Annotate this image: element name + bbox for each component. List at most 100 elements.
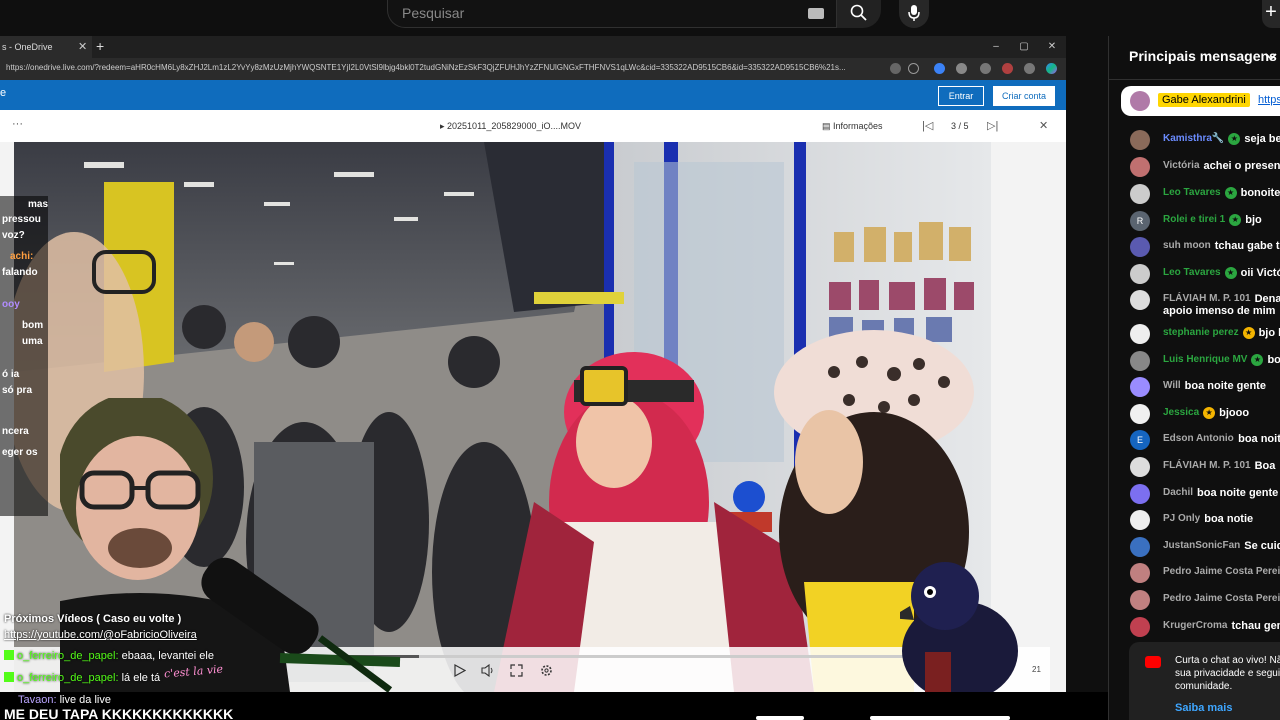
- copilot-icon[interactable]: [1046, 63, 1057, 74]
- chevron-down-icon[interactable]: [1265, 53, 1277, 61]
- previous-icon[interactable]: |◁: [922, 119, 933, 132]
- chat-message[interactable]: Will boa noite gente: [1109, 375, 1280, 401]
- chat-message[interactable]: Jessica ★ bjooo: [1109, 402, 1280, 428]
- read-aloud-icon[interactable]: [934, 63, 945, 74]
- member-badge-icon: ★: [1242, 327, 1255, 339]
- chat-author[interactable]: Pedro Jaime Costa Perei: [1163, 593, 1280, 604]
- chat-message[interactable]: FLÁVIAH M. P. 101 Boa: [1109, 455, 1280, 481]
- avatar[interactable]: [1130, 264, 1150, 284]
- chat-message[interactable]: KrugerCroma tchau gen: [1109, 615, 1280, 641]
- viewer-close-icon[interactable]: ✕: [1039, 119, 1048, 132]
- chat-message[interactable]: Pedro Jaime Costa Perei: [1109, 588, 1280, 614]
- overlay-chat-line: falando: [2, 267, 38, 278]
- avatar[interactable]: [1130, 484, 1150, 504]
- minimize-button[interactable]: –: [988, 36, 1004, 58]
- avatar[interactable]: [1130, 404, 1150, 424]
- avatar[interactable]: [1130, 130, 1150, 150]
- chat-message[interactable]: Victória achei o present: [1109, 155, 1280, 181]
- sign-in-button[interactable]: Entrar: [938, 86, 984, 106]
- chat-author[interactable]: Leo Tavares: [1163, 267, 1221, 278]
- chat-message[interactable]: Dachil boa noite gente: [1109, 482, 1280, 508]
- fullscreen-icon[interactable]: [510, 664, 523, 677]
- avatar[interactable]: [1130, 510, 1150, 530]
- avatar[interactable]: [1130, 157, 1150, 177]
- chat-message[interactable]: suh moon tchau gabe to: [1109, 235, 1280, 261]
- settings-icon[interactable]: [540, 664, 553, 677]
- url-text[interactable]: https://onedrive.live.com/?redeem=aHR0cH…: [6, 63, 886, 72]
- more-options-icon[interactable]: ···: [12, 118, 23, 130]
- chat-message[interactable]: JustanSonicFan Se cuid: [1109, 535, 1280, 561]
- member-badge-icon: ★: [1228, 133, 1241, 145]
- kick-username: o_ferreiro_de_papel:: [17, 672, 119, 684]
- pinned-link[interactable]: https: [1258, 94, 1280, 106]
- chat-message[interactable]: R Rolei e tirei 1 ★ bjo: [1109, 209, 1280, 235]
- new-tab-button[interactable]: +: [96, 36, 104, 57]
- chat-author[interactable]: Rolei e tirei 1: [1163, 214, 1225, 225]
- favorite-icon[interactable]: [908, 63, 919, 74]
- chat-author[interactable]: Leo Tavares: [1163, 187, 1221, 198]
- chat-author[interactable]: Dachil: [1163, 487, 1193, 498]
- pinned-message[interactable]: Gabe Alexandrini https: [1121, 86, 1280, 116]
- close-window-button[interactable]: ✕: [1044, 36, 1060, 58]
- learn-more-link[interactable]: Saiba mais: [1175, 702, 1232, 714]
- chat-author[interactable]: FLÁVIAH M. P. 101: [1163, 460, 1251, 471]
- chat-message[interactable]: FLÁVIAH M. P. 101 Dena apoio imenso de mim: [1109, 288, 1280, 320]
- browser-tab[interactable]: s - OneDrive ✕: [0, 36, 92, 58]
- chat-mode-dropdown[interactable]: Principais mensagens: [1129, 48, 1277, 64]
- chat-author[interactable]: Edson Antonio: [1163, 433, 1234, 444]
- maximize-button[interactable]: ▢: [1016, 36, 1032, 58]
- chat-message[interactable]: Kamisthra🔧 ★ seja be: [1109, 128, 1280, 154]
- avatar[interactable]: [1130, 351, 1150, 371]
- create-account-button[interactable]: Criar conta: [993, 86, 1055, 106]
- chat-message[interactable]: stephanie perez ★ bjo l: [1109, 322, 1280, 348]
- chat-message[interactable]: Leo Tavares ★ oii Victó: [1109, 262, 1280, 288]
- create-icon[interactable]: +: [1262, 0, 1280, 28]
- next-icon[interactable]: ▷|: [987, 119, 998, 132]
- chat-message[interactable]: Leo Tavares ★ bonoite: [1109, 182, 1280, 208]
- avatar[interactable]: [1130, 237, 1150, 257]
- reader-icon[interactable]: [890, 63, 901, 74]
- chat-author[interactable]: suh moon: [1163, 240, 1211, 251]
- chat-message[interactable]: E Edson Antonio boa noite: [1109, 428, 1280, 454]
- stream-video[interactable]: s - OneDrive ✕ + – ▢ ✕ https://onedrive.…: [0, 36, 1066, 692]
- search-input[interactable]: Pesquisar: [387, 0, 837, 28]
- chat-author[interactable]: JustanSonicFan: [1163, 540, 1240, 551]
- close-icon[interactable]: ✕: [78, 36, 87, 58]
- avatar[interactable]: [1130, 377, 1150, 397]
- profile-icon[interactable]: [1002, 63, 1013, 74]
- avatar[interactable]: [1130, 184, 1150, 204]
- chat-author[interactable]: KrugerCroma: [1163, 620, 1227, 631]
- avatar[interactable]: [1130, 324, 1150, 344]
- play-icon[interactable]: [454, 664, 466, 677]
- search-button[interactable]: [837, 0, 881, 28]
- volume-icon[interactable]: [481, 664, 495, 677]
- voice-search-button[interactable]: [899, 0, 929, 28]
- chat-author[interactable]: FLÁVIAH M. P. 101: [1163, 293, 1251, 304]
- crow-mascot: [900, 562, 1018, 692]
- avatar[interactable]: [1130, 537, 1150, 557]
- channel-link[interactable]: https://youtube.com/@oFabricioOliveira: [4, 629, 197, 641]
- info-button[interactable]: ▤ Informações: [822, 121, 883, 132]
- avatar[interactable]: [1130, 590, 1150, 610]
- chat-author[interactable]: Kamisthra🔧: [1163, 133, 1224, 144]
- avatar[interactable]: [1130, 617, 1150, 637]
- chat-author[interactable]: Pedro Jaime Costa Perei: [1163, 566, 1280, 577]
- chat-author[interactable]: Luis Henrique MV: [1163, 354, 1247, 365]
- chat-message[interactable]: Luis Henrique MV ★ bo: [1109, 349, 1280, 375]
- chat-author[interactable]: Jessica: [1163, 407, 1199, 418]
- chat-author[interactable]: Will: [1163, 380, 1181, 391]
- chat-message[interactable]: PJ Only boa notie: [1109, 508, 1280, 534]
- avatar[interactable]: [1130, 563, 1150, 583]
- chat-author[interactable]: stephanie perez: [1163, 327, 1239, 338]
- chat-author[interactable]: PJ Only: [1163, 513, 1200, 524]
- avatar[interactable]: [1130, 290, 1150, 310]
- avatar[interactable]: [1130, 457, 1150, 477]
- refresh-icon[interactable]: [956, 63, 967, 74]
- chat-author[interactable]: Victória: [1163, 160, 1200, 171]
- extension-icon[interactable]: [980, 63, 991, 74]
- keyboard-icon[interactable]: [808, 8, 824, 19]
- menu-icon[interactable]: [1024, 63, 1035, 74]
- address-bar[interactable]: https://onedrive.live.com/?redeem=aHR0cH…: [0, 58, 1066, 80]
- chat-message[interactable]: Pedro Jaime Costa Perei: [1109, 561, 1280, 587]
- chat-text: bonoite: [1240, 187, 1280, 199]
